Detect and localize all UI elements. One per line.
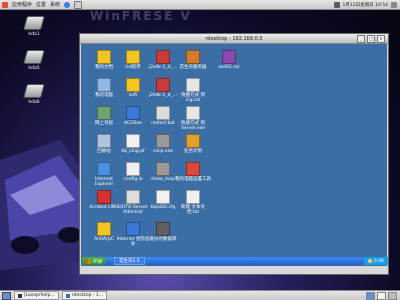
ie-icon [97, 162, 111, 176]
folder-docs-icon [97, 50, 111, 64]
tray-time: 0:36 [373, 258, 384, 264]
bottom-panel: [Loesprhelp... rdesktop - 1... [0, 290, 400, 300]
remote-icon-label: 快捷方式 到 ing.txt [181, 93, 205, 103]
remote-icon-label: 我的电脑设置工具 [175, 177, 211, 182]
rdesktop-window[interactable]: rdesktop - 192.168.0.5 _ □ × 开始 花生壳3.0 0… [79, 33, 389, 275]
tray-icon[interactable] [367, 259, 372, 263]
program-icon [156, 134, 170, 148]
desktop-drive-label: hda5 [28, 66, 40, 71]
workspace-1-button[interactable] [366, 291, 375, 300]
remote-desktop[interactable]: 开始 花生壳3.0 0:36 我的文档 lsd程序 j2sdk-1_4_... 花生壳… [81, 44, 388, 266]
desktop-drive-hda1[interactable]: hda1 [20, 16, 48, 48]
acrobat-icon [97, 190, 111, 204]
terminal-icon [18, 293, 22, 298]
drive-icon [23, 84, 45, 98]
start-label: 开始 [92, 258, 103, 265]
recycle-bin-icon [97, 134, 111, 148]
wallpaper-logo: WinFRESE V [90, 9, 192, 23]
drive-icon [23, 50, 45, 64]
remote-taskbar: 开始 花生壳3.0 0:36 [82, 257, 388, 265]
workspace-2-button[interactable] [377, 291, 386, 300]
show-desktop-icon[interactable] [2, 291, 11, 300]
installer-icon [156, 50, 170, 64]
database-icon [156, 222, 170, 236]
folder-icon [126, 78, 140, 92]
browser-launcher-icon[interactable] [64, 1, 71, 8]
volume-icon[interactable] [391, 1, 397, 8]
folder-icon [97, 222, 111, 236]
desktop-drive-label: hda6 [28, 100, 40, 105]
windows-flag-icon [86, 258, 91, 264]
remote-icon-label: sod02.rar [218, 65, 240, 70]
remote-icon-label: 备份的数据库 [149, 237, 177, 242]
task-label: [Loesprhelp... [24, 293, 55, 298]
remote-icon-label: 花生壳服务器 [179, 65, 207, 70]
menu-places[interactable]: 位置 [36, 1, 46, 8]
network-icon [97, 106, 111, 120]
remote-desktop-icon[interactable]: 备份的数据库 [145, 222, 181, 256]
minimize-button[interactable]: _ [357, 35, 365, 43]
trash-icon[interactable] [388, 291, 397, 300]
computer-icon [97, 78, 111, 92]
apps-menu-icon[interactable] [2, 1, 8, 8]
installer-icon [186, 50, 200, 64]
wallpaper-car [0, 140, 90, 270]
shortcut-icon [186, 106, 200, 120]
shortcut-icon [186, 78, 200, 92]
clock[interactable]: 1月12日星期日 10:54 [343, 2, 389, 8]
text-file-icon [186, 190, 200, 204]
desktop-drive-label: hda1 [28, 32, 40, 37]
menu-system[interactable]: 系统 [50, 1, 60, 8]
system-tray: 0:36 [363, 257, 388, 265]
remote-desktop-icon[interactable]: 新建 文本文档.txt [175, 190, 211, 224]
mail-launcher-icon[interactable] [74, 0, 83, 9]
remote-task-button[interactable]: 花生壳3.0 [114, 257, 145, 265]
acdsee-icon [126, 106, 140, 120]
desktop-drive-hda6[interactable]: hda6 [20, 84, 48, 116]
task-label: rdesktop - 1... [71, 293, 104, 298]
server-icon [126, 190, 140, 204]
network-status-icon[interactable] [333, 1, 340, 8]
remote-icon-label: 快捷方式 到 Server.exe [181, 121, 205, 131]
maximize-button[interactable]: □ [367, 35, 375, 43]
game-icon [126, 222, 140, 236]
settings-icon [186, 162, 200, 176]
scheduler-icon [186, 134, 200, 148]
file-icon [126, 134, 140, 148]
bottom-task-2[interactable]: rdesktop - 1... [61, 291, 108, 300]
menu-applications[interactable]: 应用程序 [12, 1, 32, 8]
installer-icon [156, 78, 170, 92]
program-icon [156, 162, 170, 176]
file-icon [126, 162, 140, 176]
remote-desktop-icon[interactable]: sod02.rar [211, 50, 247, 84]
start-button[interactable]: 开始 [82, 257, 107, 265]
desktop-drive-hda5[interactable]: hda5 [20, 50, 48, 82]
folder-icon [126, 50, 140, 64]
remote-icon-label: 新建 文本文档.txt [181, 205, 205, 215]
remote-icon-label: 任务计划 [184, 149, 202, 154]
file-icon [156, 190, 170, 204]
close-button[interactable]: × [377, 35, 385, 43]
batch-file-icon [156, 106, 170, 120]
window-titlebar[interactable]: rdesktop - 192.168.0.5 _ □ × [80, 34, 388, 44]
window-title: rdesktop - 192.168.0.5 [205, 35, 263, 42]
rdesktop-icon [65, 293, 70, 298]
archive-icon [222, 50, 236, 64]
drive-icon [23, 16, 45, 30]
bottom-task-1[interactable]: [Loesprhelp... [14, 291, 59, 300]
